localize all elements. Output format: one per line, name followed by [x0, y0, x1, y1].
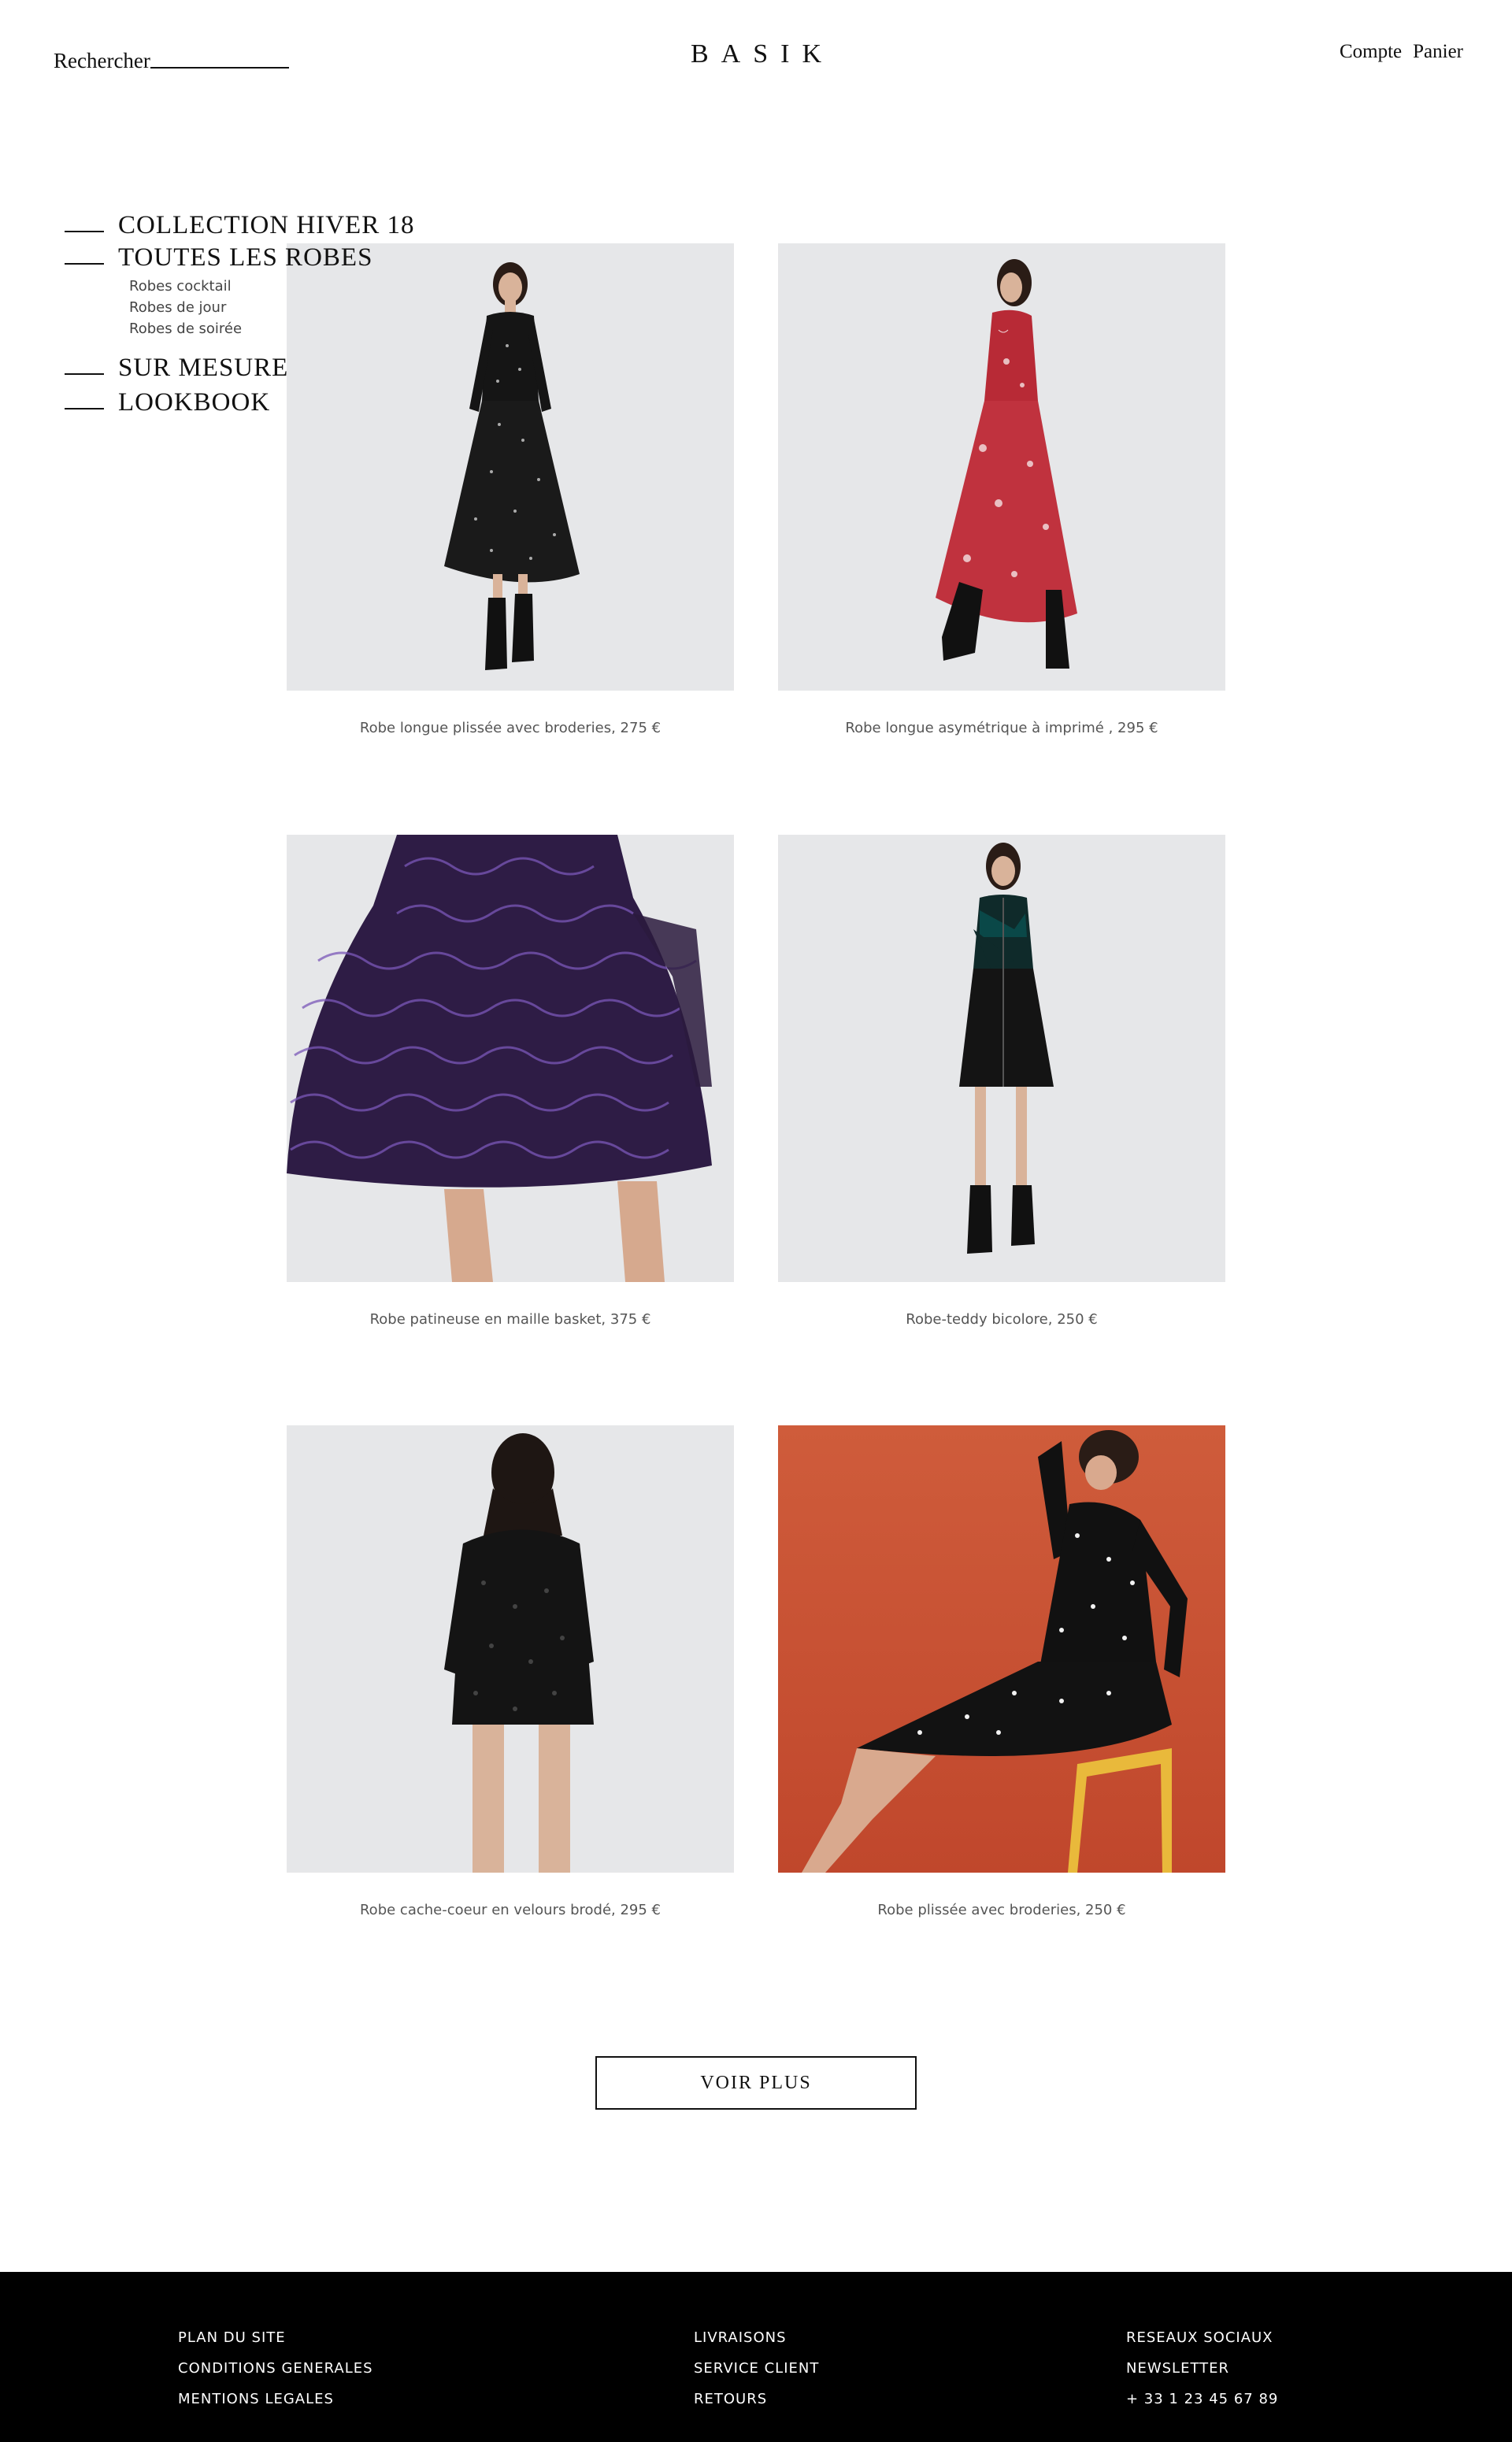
nav-item-lookbook[interactable]: LOOKBOOK — [65, 390, 443, 416]
footer-column-service: LIVRAISONS SERVICE CLIENT RETOURS — [694, 2322, 819, 2414]
footer-phone-number[interactable]: + 33 1 23 45 67 89 — [1126, 2384, 1278, 2414]
model-teddy-dress-illustration — [959, 843, 1054, 1254]
product-caption[interactable]: Robe plissée avec broderies, 250 € — [778, 1902, 1225, 1918]
model-red-dress-illustration — [936, 259, 1077, 669]
nav-dash — [65, 230, 104, 232]
product-card[interactable]: Robe plissée avec broderies, 250 € — [778, 1425, 1225, 1918]
footer-link-newsletter[interactable]: NEWSLETTER — [1126, 2353, 1278, 2384]
product-image[interactable] — [778, 243, 1225, 691]
nav-dash — [65, 407, 104, 409]
subnav-item-jour[interactable]: Robes de jour — [129, 297, 443, 318]
product-image[interactable] — [778, 1425, 1225, 1873]
nav-item-label[interactable]: SUR MESURE — [118, 355, 288, 381]
subnav-item-cocktail[interactable]: Robes cocktail — [129, 276, 443, 297]
footer-link-retours[interactable]: RETOURS — [694, 2384, 819, 2414]
footer-link-conditions-generales[interactable]: CONDITIONS GENERALES — [178, 2353, 373, 2384]
model-seated-dress-illustration — [802, 1430, 1188, 1873]
subnav-robes: Robes cocktail Robes de jour Robes de so… — [129, 276, 443, 339]
account-link[interactable]: Compte — [1340, 41, 1402, 63]
product-card[interactable]: Robe patineuse en maille basket, 375 € — [287, 835, 734, 1328]
footer-link-mentions-legales[interactable]: MENTIONS LEGALES — [178, 2384, 373, 2414]
model-velvet-dress-illustration — [444, 1433, 594, 1873]
purple-skater-dress-illustration — [287, 835, 712, 1282]
nav-item-toutes-les-robes[interactable]: TOUTES LES ROBES — [65, 245, 443, 271]
footer-column-contact: RESEAUX SOCIAUX NEWSLETTER + 33 1 23 45 … — [1126, 2322, 1278, 2414]
nav-dash — [65, 372, 104, 375]
site-footer: PLAN DU SITE CONDITIONS GENERALES MENTIO… — [0, 2272, 1512, 2442]
footer-link-plan-du-site[interactable]: PLAN DU SITE — [178, 2322, 373, 2353]
nav-dash — [65, 262, 104, 265]
nav-item-label[interactable]: LOOKBOOK — [118, 390, 270, 416]
side-navigation: COLLECTION HIVER 18 TOUTES LES ROBES Rob… — [65, 213, 443, 416]
product-card[interactable]: Robe longue asymétrique à imprimé , 295 … — [778, 243, 1225, 736]
product-caption[interactable]: Robe longue asymétrique à imprimé , 295 … — [778, 720, 1225, 736]
product-image[interactable] — [778, 835, 1225, 1282]
product-image[interactable] — [287, 835, 734, 1282]
nav-item-label[interactable]: COLLECTION HIVER 18 — [118, 213, 414, 239]
voir-plus-button[interactable]: VOIR PLUS — [595, 2056, 917, 2110]
account-links: Compte Panier — [1340, 41, 1463, 63]
product-card[interactable]: Robe-teddy bicolore, 250 € — [778, 835, 1225, 1328]
cart-link[interactable]: Panier — [1413, 41, 1463, 63]
footer-link-livraisons[interactable]: LIVRAISONS — [694, 2322, 819, 2353]
nav-item-label[interactable]: TOUTES LES ROBES — [118, 245, 372, 271]
brand-logo[interactable]: BASIK — [0, 39, 1512, 69]
nav-item-sur-mesure[interactable]: SUR MESURE — [65, 355, 443, 381]
footer-column-site: PLAN DU SITE CONDITIONS GENERALES MENTIO… — [178, 2322, 373, 2414]
footer-link-service-client[interactable]: SERVICE CLIENT — [694, 2353, 819, 2384]
subnav-item-soiree[interactable]: Robes de soirée — [129, 318, 443, 339]
product-caption[interactable]: Robe patineuse en maille basket, 375 € — [287, 1311, 734, 1328]
product-image[interactable] — [287, 1425, 734, 1873]
nav-item-collection-hiver[interactable]: COLLECTION HIVER 18 — [65, 213, 443, 239]
footer-link-reseaux-sociaux[interactable]: RESEAUX SOCIAUX — [1126, 2322, 1278, 2353]
product-caption[interactable]: Robe cache-coeur en velours brodé, 295 € — [287, 1902, 734, 1918]
product-card[interactable]: Robe cache-coeur en velours brodé, 295 € — [287, 1425, 734, 1918]
product-caption[interactable]: Robe longue plissée avec broderies, 275 … — [287, 720, 734, 736]
product-caption[interactable]: Robe-teddy bicolore, 250 € — [778, 1311, 1225, 1328]
